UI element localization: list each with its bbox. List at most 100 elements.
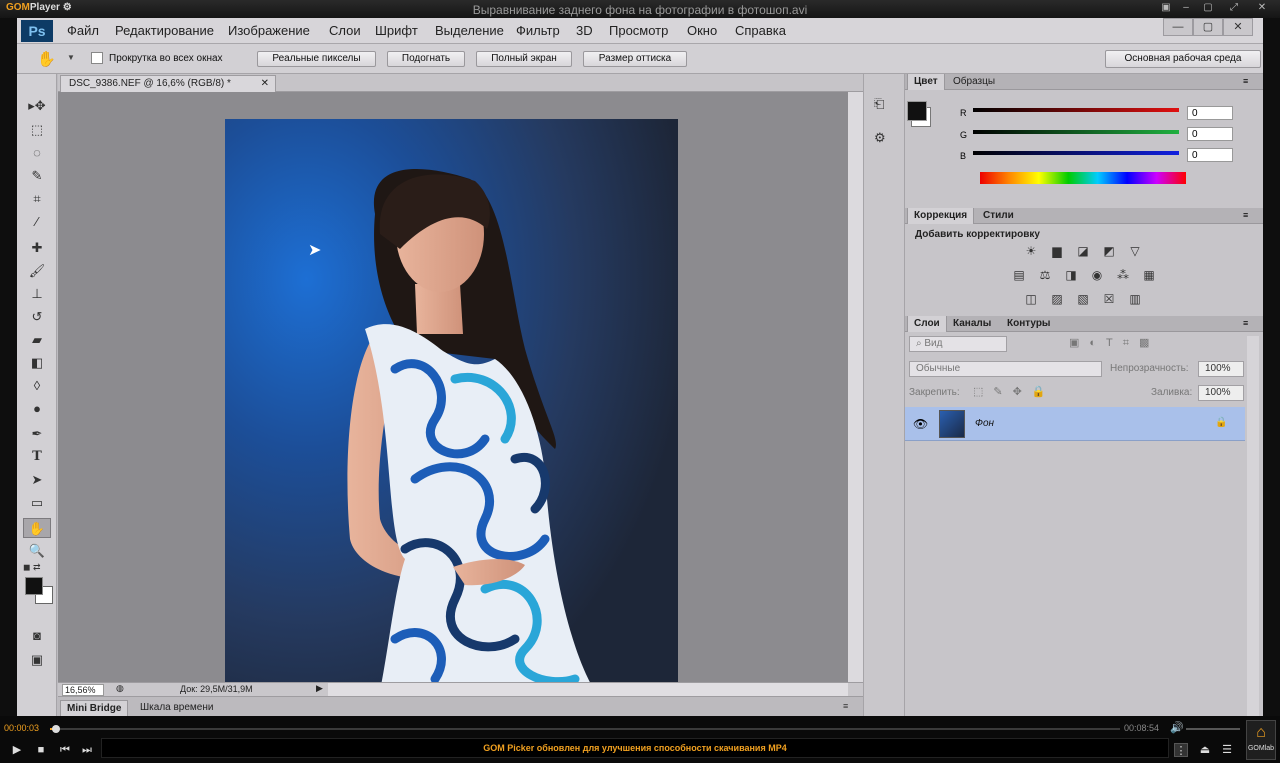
foreground-color-swatch[interactable] [25,577,43,595]
menu-window[interactable]: Окно [687,23,717,38]
move-tool-icon[interactable]: ▸✥ [23,96,51,116]
history-brush-icon[interactable]: ↺ [23,307,51,327]
layer-row-background[interactable]: 👁 Фон 🔒 [905,407,1245,441]
crop-tool-icon[interactable]: ⌗ [23,189,51,209]
channel-g-input[interactable]: 0 [1187,127,1233,141]
full-screen-button[interactable]: Полный экран [476,51,572,67]
eraser-tool-icon[interactable]: ▰ [23,330,51,350]
layer-name[interactable]: Фон [975,418,994,429]
quick-select-tool-icon[interactable]: ✎ [23,166,51,186]
status-menu-arrow-icon[interactable]: ▶ [316,683,323,694]
tab-paths[interactable]: Контуры [1001,316,1056,332]
tab-styles[interactable]: Стили [977,208,1020,224]
path-select-icon[interactable]: ➤ [23,470,51,490]
ps-close-button[interactable]: ✕ [1223,18,1253,36]
brush-tool-icon[interactable]: 🖌 [23,261,51,281]
tab-swatches[interactable]: Образцы [947,74,1001,90]
menu-layer[interactable]: Слои [329,23,361,38]
tab-layers[interactable]: Слои [907,316,947,332]
healing-brush-icon[interactable]: ✚ [23,238,51,258]
vibrance-icon[interactable]: ▽ [1126,244,1144,258]
volume-slider[interactable] [1186,728,1240,730]
gradient-tool-icon[interactable]: ◧ [23,353,51,373]
screen-mode-icon[interactable]: ▣ [23,650,51,670]
gomlab-button[interactable]: ⌂ GOMlab [1246,720,1276,760]
pen-tool-icon[interactable]: ✒ [23,424,51,444]
invert-icon[interactable]: ◫ [1022,292,1040,306]
play-icon[interactable]: ▶ [10,743,24,757]
menu-image[interactable]: Изображение [228,23,310,38]
exposure-icon[interactable]: ◩ [1100,244,1118,258]
eye-visibility-icon[interactable]: 👁 [913,417,928,431]
rectangle-tool-icon[interactable]: ▭ [23,493,51,513]
menu-type[interactable]: Шрифт [375,23,418,38]
blend-mode-select[interactable]: Обычные [909,361,1102,377]
properties-panel-icon[interactable]: ⚙ [874,130,886,146]
levels-icon[interactable]: ▆ [1048,244,1066,258]
menu-select[interactable]: Выделение [435,23,504,38]
close-tab-icon[interactable]: ✕ [261,76,269,92]
adjustments-panel-menu-icon[interactable]: ≡ [1243,210,1248,220]
black-white-icon[interactable]: ◨ [1062,268,1080,282]
photo-filter-icon[interactable]: ◉ [1088,268,1106,282]
horizontal-scrollbar[interactable] [328,683,848,697]
selective-color-icon[interactable]: ☒ [1100,292,1118,306]
channel-b-input[interactable]: 0 [1187,148,1233,162]
gradient-map-icon[interactable]: ▥ [1126,292,1144,306]
status-info-icon[interactable]: ◍ [116,683,124,694]
type-tool-icon[interactable]: T [23,447,51,467]
curves-icon[interactable]: ◪ [1074,244,1092,258]
blur-tool-icon[interactable]: ◊ [23,376,51,396]
menu-view[interactable]: Просмотр [609,23,668,38]
print-size-button[interactable]: Размер оттиска [583,51,687,67]
menu-file[interactable]: Файл [67,23,99,38]
maximize-icon[interactable]: ▢ [1200,1,1216,15]
dodge-tool-icon[interactable]: ● [23,399,51,419]
tab-timeline[interactable]: Шкала времени [134,700,219,716]
lasso-tool-icon[interactable]: ◌ [23,143,51,163]
next-icon[interactable]: ⏭ [80,743,94,757]
tab-color[interactable]: Цвет [907,74,945,90]
minimize-icon[interactable]: – [1178,1,1194,15]
opacity-input[interactable]: 100% [1198,361,1244,377]
seek-bar[interactable] [50,728,1120,730]
news-ticker[interactable]: GOM Picker обновлен для улучшения способ… [101,738,1169,758]
swap-colors-icon[interactable]: ◼ ⇄ [23,562,41,573]
tab-mini-bridge[interactable]: Mini Bridge [60,700,129,716]
playlist-icon[interactable]: ☰ [1220,743,1234,757]
threshold-icon[interactable]: ▧ [1074,292,1092,306]
color-lookup-icon[interactable]: ▦ [1140,268,1158,282]
menu-edit[interactable]: Редактирование [115,23,214,38]
scroll-all-checkbox[interactable] [91,52,103,64]
tab-channels[interactable]: Каналы [947,316,997,332]
ps-minimize-button[interactable]: — [1163,18,1193,36]
channel-g-slider[interactable] [973,130,1179,134]
fill-input[interactable]: 100% [1198,385,1244,401]
zoom-level[interactable]: 16,56% [62,684,104,696]
posterize-icon[interactable]: ▨ [1048,292,1066,306]
layers-scrollbar[interactable] [1247,336,1259,716]
stop-icon[interactable]: ■ [34,743,48,757]
channel-r-input[interactable]: 0 [1187,106,1233,120]
volume-icon[interactable]: 🔊 [1170,721,1184,734]
menu-filter[interactable]: Фильтр [516,23,560,38]
chevron-down-icon[interactable]: ▼ [67,53,75,62]
canvas[interactable]: ➤ [58,92,848,691]
zoom-tool-icon[interactable]: 🔍 [23,541,51,561]
marquee-tool-icon[interactable]: ⬚ [23,120,51,140]
layer-kind-filter[interactable]: ⌕ Вид [909,336,1007,352]
color-fg-swatch[interactable] [907,101,927,121]
history-panel-icon[interactable]: ⎗ [874,96,884,112]
channel-r-slider[interactable] [973,108,1179,112]
workspace-switcher[interactable]: Основная рабочая среда [1105,50,1261,68]
previous-icon[interactable]: ⏮ [58,743,72,757]
lock-icons[interactable]: ⬚✎✥🔒 [973,385,1056,398]
panel-menu-icon[interactable]: ≡ [843,701,848,711]
hand-tool-icon[interactable]: ✋ [23,518,51,538]
hand-tool-icon[interactable]: ✋ [37,50,56,68]
menu-3d[interactable]: 3D [576,23,593,38]
color-balance-icon[interactable]: ⚖ [1036,268,1054,282]
fit-screen-button[interactable]: Подогнать [387,51,465,67]
tab-adjustments[interactable]: Коррекция [907,208,975,224]
color-spectrum-ramp[interactable] [980,172,1186,184]
